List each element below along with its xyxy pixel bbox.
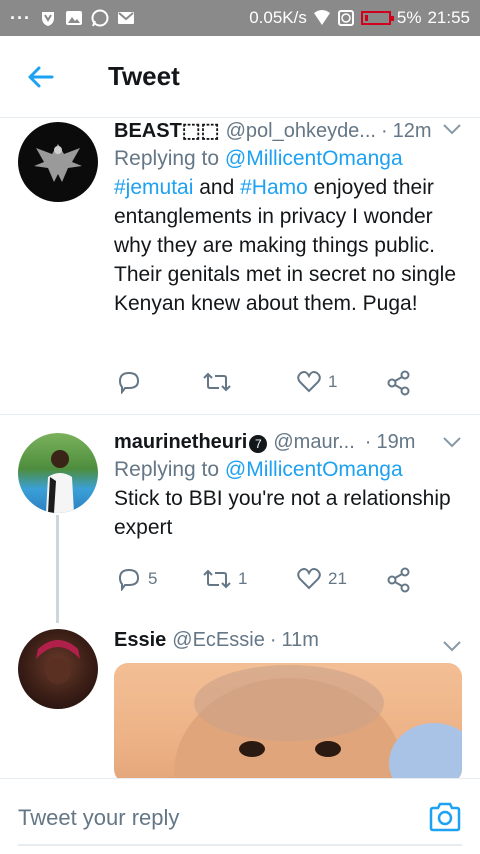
reply-icon	[118, 568, 140, 591]
like-button[interactable]: 21	[296, 567, 347, 591]
arrow-left-icon	[28, 66, 54, 87]
eagle-avatar-icon	[34, 144, 82, 182]
back-button[interactable]	[0, 36, 80, 118]
timestamp: 11m	[281, 629, 319, 651]
status-right-icons: 0.05K/s 5% 21:55	[249, 8, 470, 28]
clock: 21:55	[427, 8, 470, 27]
heart-icon	[297, 371, 321, 393]
reply-button[interactable]: 5	[116, 567, 157, 591]
reply-input[interactable]: Tweet your reply	[18, 805, 179, 831]
battery-icon	[360, 11, 394, 25]
page-title: Tweet	[108, 61, 180, 91]
thread-line	[56, 515, 59, 623]
separator-dot: ·	[269, 629, 277, 651]
hashtag-link[interactable]: #Hamo	[240, 176, 308, 199]
status-bar: ··· 0.05K/s 5% 21:55	[0, 0, 480, 36]
reply-count: 5	[148, 569, 158, 588]
replying-prefix: Replying to	[114, 147, 220, 170]
user-handle[interactable]: @pol_ohkeyde...	[226, 120, 376, 143]
mention-link[interactable]: @MillicentOmanga	[225, 458, 403, 481]
tweet-maurinetheuri[interactable]: maurinetheuri 7 @maur... · 19m Replying …	[0, 415, 480, 625]
gallery-icon	[65, 11, 82, 25]
display-name[interactable]: BEAST⬚⬚	[114, 118, 220, 143]
tweet-text: Stick to BBI you're not a relationship e…	[114, 487, 451, 539]
tweet-actions: 5 1 21	[114, 567, 414, 597]
user-handle[interactable]: @maur...	[273, 431, 354, 454]
replying-to: Replying to @MillicentOmanga	[114, 147, 462, 171]
reply-composer: Tweet your reply	[0, 778, 480, 854]
retweet-button[interactable]	[202, 370, 238, 394]
battery-level: 5%	[396, 8, 422, 27]
tweet-actions: 1	[114, 370, 414, 400]
tweet-text-segment: and	[193, 176, 241, 199]
avatar[interactable]	[18, 629, 98, 709]
timestamp: 12m	[392, 120, 432, 142]
tweet-media-image[interactable]	[114, 663, 462, 778]
vpn-shield-icon	[41, 12, 54, 26]
wifi-icon	[313, 10, 330, 25]
separator-dot: ·	[380, 120, 388, 142]
retweet-icon	[203, 372, 231, 392]
like-button[interactable]: 1	[296, 370, 337, 394]
camera-icon[interactable]	[428, 801, 462, 833]
whatsapp-icon	[91, 9, 109, 27]
user-handle[interactable]: @EcEssie	[172, 629, 265, 652]
share-icon	[387, 370, 410, 396]
display-name[interactable]: Essie	[114, 629, 166, 652]
person-photo-icon	[46, 450, 74, 513]
chevron-down-icon[interactable]	[442, 122, 462, 136]
share-icon	[387, 567, 410, 593]
gmail-icon	[117, 12, 134, 24]
no-sim-icon	[337, 10, 354, 26]
network-speed: 0.05K/s	[249, 8, 307, 27]
tweet-header: Essie @EcEssie · 11m	[114, 629, 462, 652]
hashtag-link[interactable]: #jemutai	[114, 176, 193, 199]
reply-button[interactable]	[116, 370, 148, 394]
chevron-down-icon[interactable]	[442, 639, 462, 653]
display-name[interactable]: maurinetheuri	[114, 431, 247, 454]
like-count: 21	[328, 569, 347, 588]
replying-to: Replying to @MillicentOmanga	[114, 458, 462, 482]
tweet-header: maurinetheuri 7 @maur... · 19m	[114, 431, 462, 454]
baby-photo-icon	[114, 663, 462, 778]
tweet-text: #jemutai and #Hamo enjoyed their entangl…	[114, 173, 462, 318]
status-left-icons: ···	[10, 8, 135, 29]
like-count: 1	[328, 372, 338, 391]
tweet-header: BEAST⬚⬚ @pol_ohkeyde... · 12m	[114, 118, 462, 143]
avatar[interactable]	[18, 433, 98, 513]
separator-dot: ·	[364, 431, 372, 453]
share-button[interactable]	[386, 567, 412, 593]
avatar[interactable]	[18, 122, 98, 202]
person-photo-icon	[36, 640, 80, 684]
reply-icon	[118, 371, 140, 394]
reply-feed[interactable]: BEAST⬚⬚ @pol_ohkeyde... · 12m Replying t…	[0, 118, 480, 778]
heart-icon	[297, 568, 321, 590]
tweet-beast[interactable]: BEAST⬚⬚ @pol_ohkeyde... · 12m Replying t…	[0, 118, 480, 414]
input-underline	[18, 844, 462, 846]
retweet-icon	[203, 569, 231, 589]
replying-prefix: Replying to	[114, 458, 220, 481]
retweet-count: 1	[238, 569, 248, 588]
mention-link[interactable]: @MillicentOmanga	[225, 147, 403, 170]
retweet-button[interactable]: 1	[202, 567, 247, 591]
more-notifications-icon: ···	[10, 7, 31, 28]
badge-icon: 7	[249, 435, 268, 453]
chevron-down-icon[interactable]	[442, 435, 462, 449]
timestamp: 19m	[376, 431, 416, 453]
share-button[interactable]	[386, 370, 412, 396]
app-header: Tweet	[0, 36, 480, 118]
